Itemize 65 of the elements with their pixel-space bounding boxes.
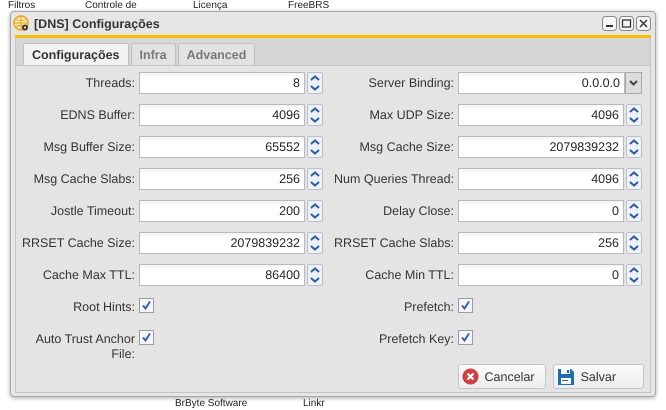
desktop-icon-label[interactable]: Licença [193,0,228,11]
spinner-arrows-icon[interactable] [626,232,642,254]
number-field[interactable]: 2079839232 [458,136,624,158]
field-label: Server Binding: [368,75,454,91]
field-label: Prefetch Key: [378,331,454,347]
minimize-icon[interactable] [602,16,617,31]
field-label: Num Queries Thread: [333,171,454,187]
field-label: Msg Cache Size: [358,139,454,155]
spinner-arrows-icon[interactable] [626,264,642,286]
number-field[interactable]: 2079839232 [139,232,305,254]
save-button[interactable]: Salvar [552,364,644,389]
spinner-arrows-icon[interactable] [307,264,323,286]
field-label: RRSET Cache Slabs: [333,235,454,251]
field-label: Cache Min TTL: [364,267,454,283]
maximize-icon[interactable] [619,16,634,31]
spinner-arrows-icon[interactable] [626,168,642,190]
close-icon[interactable] [636,16,651,31]
number-field[interactable]: 256 [139,168,305,190]
cancel-icon [462,368,479,385]
number-field[interactable]: 0 [458,264,624,286]
number-field[interactable]: 4096 [458,104,624,126]
spinner-arrows-icon[interactable] [307,168,323,190]
number-field[interactable]: 8 [139,72,305,94]
number-field[interactable]: 256 [458,232,624,254]
spinner-arrows-icon[interactable] [626,136,642,158]
desktop-icon-label[interactable]: Controle de [85,0,137,11]
number-field[interactable]: 86400 [139,264,305,286]
field-label: Cache Max TTL: [42,267,135,283]
number-field[interactable]: 0 [458,200,624,222]
number-field[interactable]: 65552 [139,136,305,158]
number-field[interactable]: 200 [139,200,305,222]
field-label: Threads: [84,75,135,91]
desktop-icon-label[interactable]: FreeBRS [288,0,330,11]
field-label: Delay Close: [382,203,454,219]
checkbox[interactable] [458,330,473,345]
field-label: RRSET Cache Size: [20,235,135,251]
gear-globe-icon [13,15,30,32]
dropdown-field[interactable]: 0.0.0.0 [458,72,625,94]
desktop-icon-label[interactable]: Linkr [303,398,325,409]
field-label: Auto Trust Anchor File: [34,331,135,362]
checkbox[interactable] [139,298,154,313]
field-label: EDNS Buffer: [59,107,135,123]
checkbox[interactable] [139,330,154,345]
field-label: Msg Buffer Size: [42,139,135,155]
field-label: Root Hints: [72,299,135,315]
desktop-icon-label[interactable]: BrByte Software [175,398,248,409]
field-label: Jostle Timeout: [50,203,135,219]
number-field[interactable]: 4096 [139,104,305,126]
tab[interactable]: Configurações [23,43,129,65]
field-label: Prefetch: [402,299,454,315]
desktop-icon-label[interactable]: Filtros [8,0,36,11]
spinner-arrows-icon[interactable] [307,232,323,254]
checkbox[interactable] [458,298,473,313]
window-title: [DNS] Configurações [34,16,161,30]
field-label: Max UDP Size: [368,107,454,123]
number-field[interactable]: 4096 [458,168,624,190]
spinner-arrows-icon[interactable] [626,200,642,222]
spinner-arrows-icon[interactable] [307,104,323,126]
spinner-arrows-icon[interactable] [307,72,323,94]
cancel-button[interactable]: Cancelar [458,364,546,389]
spinner-arrows-icon[interactable] [307,200,323,222]
spinner-arrows-icon[interactable] [307,136,323,158]
field-label: Msg Cache Slabs: [32,171,135,187]
dropdown-chevron-icon[interactable] [625,72,642,94]
spinner-arrows-icon[interactable] [626,104,642,126]
